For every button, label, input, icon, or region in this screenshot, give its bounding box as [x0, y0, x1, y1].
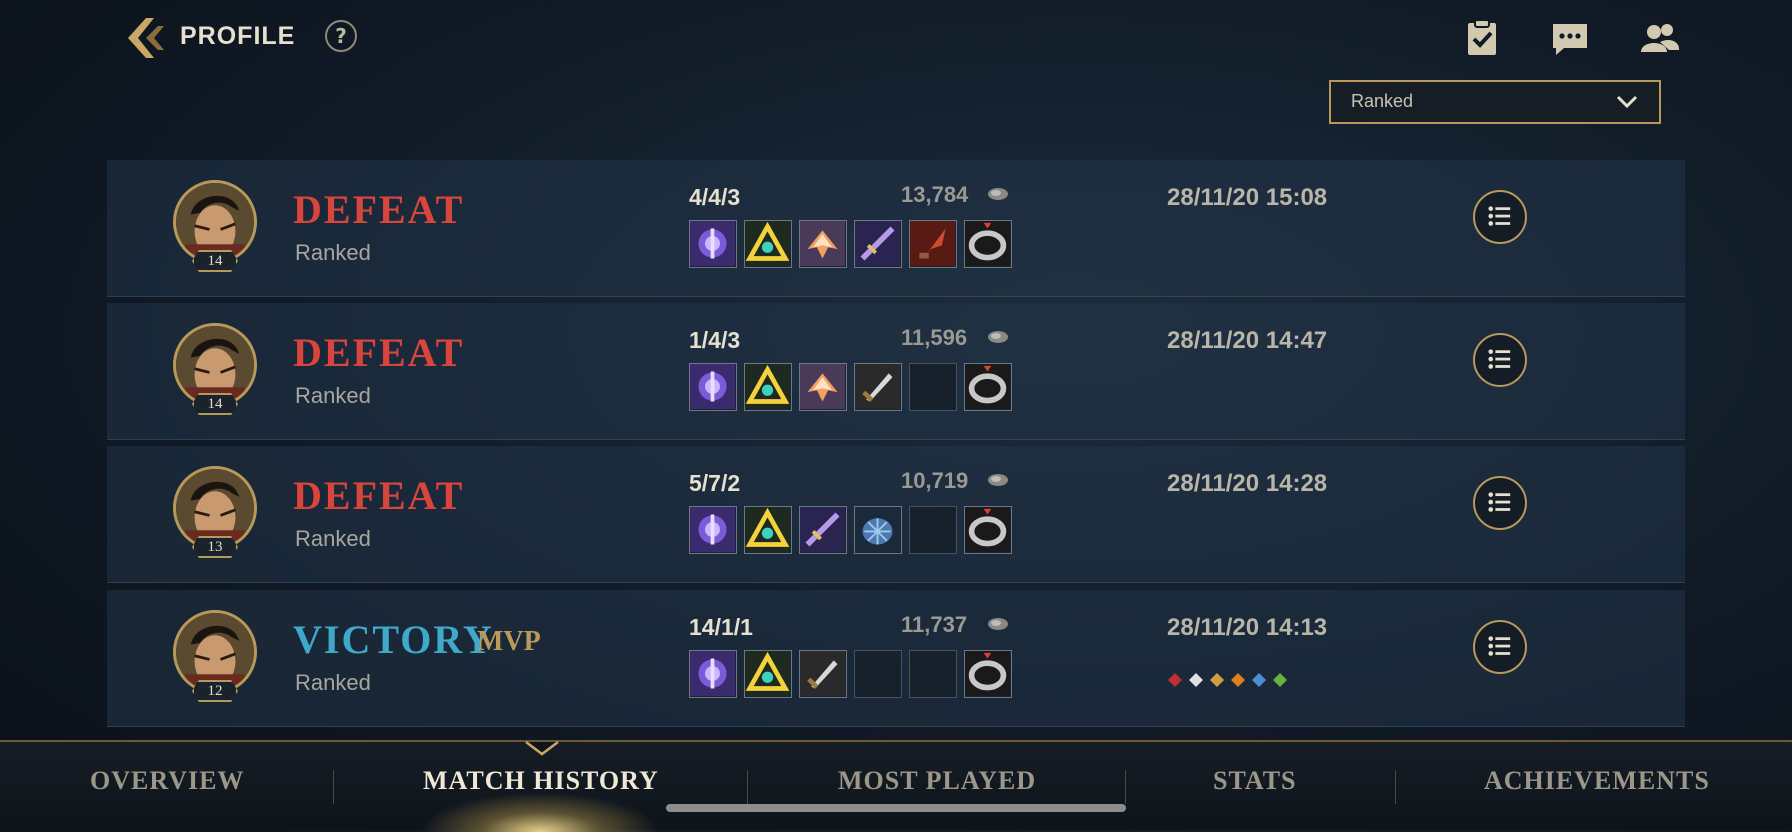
- match-result: DEFEAT: [293, 330, 465, 375]
- empty-item-slot: [854, 650, 902, 698]
- tab-match-history[interactable]: MATCH HISTORY: [423, 766, 659, 796]
- list-icon: [1475, 206, 1525, 246]
- tab-most-played[interactable]: MOST PLAYED: [838, 766, 1036, 796]
- list-icon: [1475, 349, 1525, 389]
- gold-icon: [986, 616, 1010, 636]
- mode-filter-value: Ranked: [1351, 91, 1414, 111]
- item-slot[interactable]: [744, 220, 792, 268]
- empty-item-slot: [909, 363, 957, 411]
- item-slot[interactable]: [854, 506, 902, 554]
- kda-score: 5/7/2: [689, 470, 741, 496]
- gold-earned: 11,737: [901, 612, 968, 637]
- medal-icon: [1168, 673, 1182, 687]
- item-slot[interactable]: [799, 363, 847, 411]
- gold-icon: [986, 472, 1010, 492]
- page-title: PROFILE: [180, 22, 296, 50]
- chevron-down-icon: [1616, 95, 1638, 109]
- gold-earned: 11,596: [901, 325, 968, 350]
- match-date: 28/11/20 14:47: [1167, 327, 1328, 354]
- kda-score: 14/1/1: [689, 614, 753, 640]
- item-slot[interactable]: [689, 506, 737, 554]
- item-slot[interactable]: [964, 506, 1012, 554]
- match-row[interactable]: 12 VICTORY MVP Ranked 14/1/1 11,737 28/1…: [107, 590, 1685, 727]
- item-slot[interactable]: [799, 506, 847, 554]
- nav-divider: [1125, 770, 1126, 804]
- item-slot[interactable]: [854, 363, 902, 411]
- match-row[interactable]: 14 DEFEAT Ranked 4/4/3 13,784 28/11/20 1…: [107, 160, 1685, 297]
- champion-level-badge: 13: [192, 536, 238, 558]
- medal-icon: [1231, 673, 1245, 687]
- match-result: DEFEAT: [293, 187, 465, 232]
- kda-score: 4/4/3: [689, 184, 741, 210]
- medal-icon: [1189, 673, 1203, 687]
- missions-icon[interactable]: [1462, 18, 1502, 58]
- gold-earned: 13,784: [901, 182, 969, 207]
- match-mode: Ranked: [295, 240, 371, 265]
- match-mode: Ranked: [295, 383, 371, 408]
- match-details-button[interactable]: [1473, 620, 1527, 674]
- match-row[interactable]: 14 DEFEAT Ranked 1/4/3 11,596 28/11/20 1…: [107, 303, 1685, 440]
- match-row[interactable]: 13 DEFEAT Ranked 5/7/2 10,719 28/11/20 1…: [107, 446, 1685, 583]
- champion-level-badge: 14: [192, 393, 238, 415]
- match-details-button[interactable]: [1473, 190, 1527, 244]
- item-slot[interactable]: [964, 363, 1012, 411]
- item-slot[interactable]: [799, 650, 847, 698]
- match-mode: Ranked: [295, 526, 371, 551]
- empty-item-slot: [909, 650, 957, 698]
- bottom-nav: OVERVIEW MATCH HISTORY MOST PLAYED STATS…: [0, 740, 1792, 832]
- list-icon: [1475, 636, 1525, 676]
- match-details-button[interactable]: [1473, 333, 1527, 387]
- match-date: 28/11/20 15:08: [1167, 184, 1328, 211]
- active-tab-marker-icon: [525, 741, 559, 756]
- medal-icon: [1210, 673, 1224, 687]
- item-slot[interactable]: [689, 220, 737, 268]
- back-button[interactable]: [124, 16, 168, 60]
- item-slot[interactable]: [799, 220, 847, 268]
- item-slot[interactable]: [689, 363, 737, 411]
- chat-icon[interactable]: [1550, 18, 1590, 58]
- item-slot[interactable]: [744, 363, 792, 411]
- item-slot[interactable]: [744, 506, 792, 554]
- mvp-badge: MVP: [477, 626, 541, 657]
- nav-divider: [1395, 770, 1396, 804]
- tab-stats[interactable]: STATS: [1213, 766, 1297, 796]
- item-slot[interactable]: [964, 650, 1012, 698]
- item-slot[interactable]: [689, 650, 737, 698]
- champion-level-badge: 14: [192, 250, 238, 272]
- gold-icon: [986, 186, 1010, 206]
- medal-icon: [1273, 673, 1287, 687]
- match-result: DEFEAT: [293, 473, 465, 518]
- item-slot[interactable]: [964, 220, 1012, 268]
- match-mode: Ranked: [295, 670, 371, 695]
- back-arrow-icon: [128, 18, 164, 58]
- nav-divider: [747, 770, 748, 804]
- gold-earned: 10,719: [901, 468, 969, 493]
- kda-score: 1/4/3: [689, 327, 741, 353]
- empty-item-slot: [909, 506, 957, 554]
- item-slot[interactable]: [854, 220, 902, 268]
- home-indicator[interactable]: [666, 804, 1126, 812]
- gold-icon: [986, 329, 1010, 349]
- medal-icon: [1252, 673, 1266, 687]
- match-date: 28/11/20 14:13: [1167, 614, 1328, 641]
- help-button[interactable]: ?: [325, 20, 357, 52]
- match-result: VICTORY: [293, 617, 494, 662]
- list-icon: [1475, 492, 1525, 532]
- match-details-button[interactable]: [1473, 476, 1527, 530]
- nav-divider: [333, 770, 334, 804]
- champion-level-badge: 12: [192, 680, 238, 702]
- tab-overview[interactable]: OVERVIEW: [90, 766, 244, 796]
- match-date: 28/11/20 14:28: [1167, 470, 1328, 497]
- mode-filter-dropdown[interactable]: Ranked: [1329, 80, 1661, 124]
- item-slot[interactable]: [744, 650, 792, 698]
- friends-icon[interactable]: [1640, 18, 1680, 58]
- active-tab-glow: [420, 792, 660, 832]
- item-slot[interactable]: [909, 220, 957, 268]
- tab-achievements[interactable]: ACHIEVEMENTS: [1484, 766, 1710, 796]
